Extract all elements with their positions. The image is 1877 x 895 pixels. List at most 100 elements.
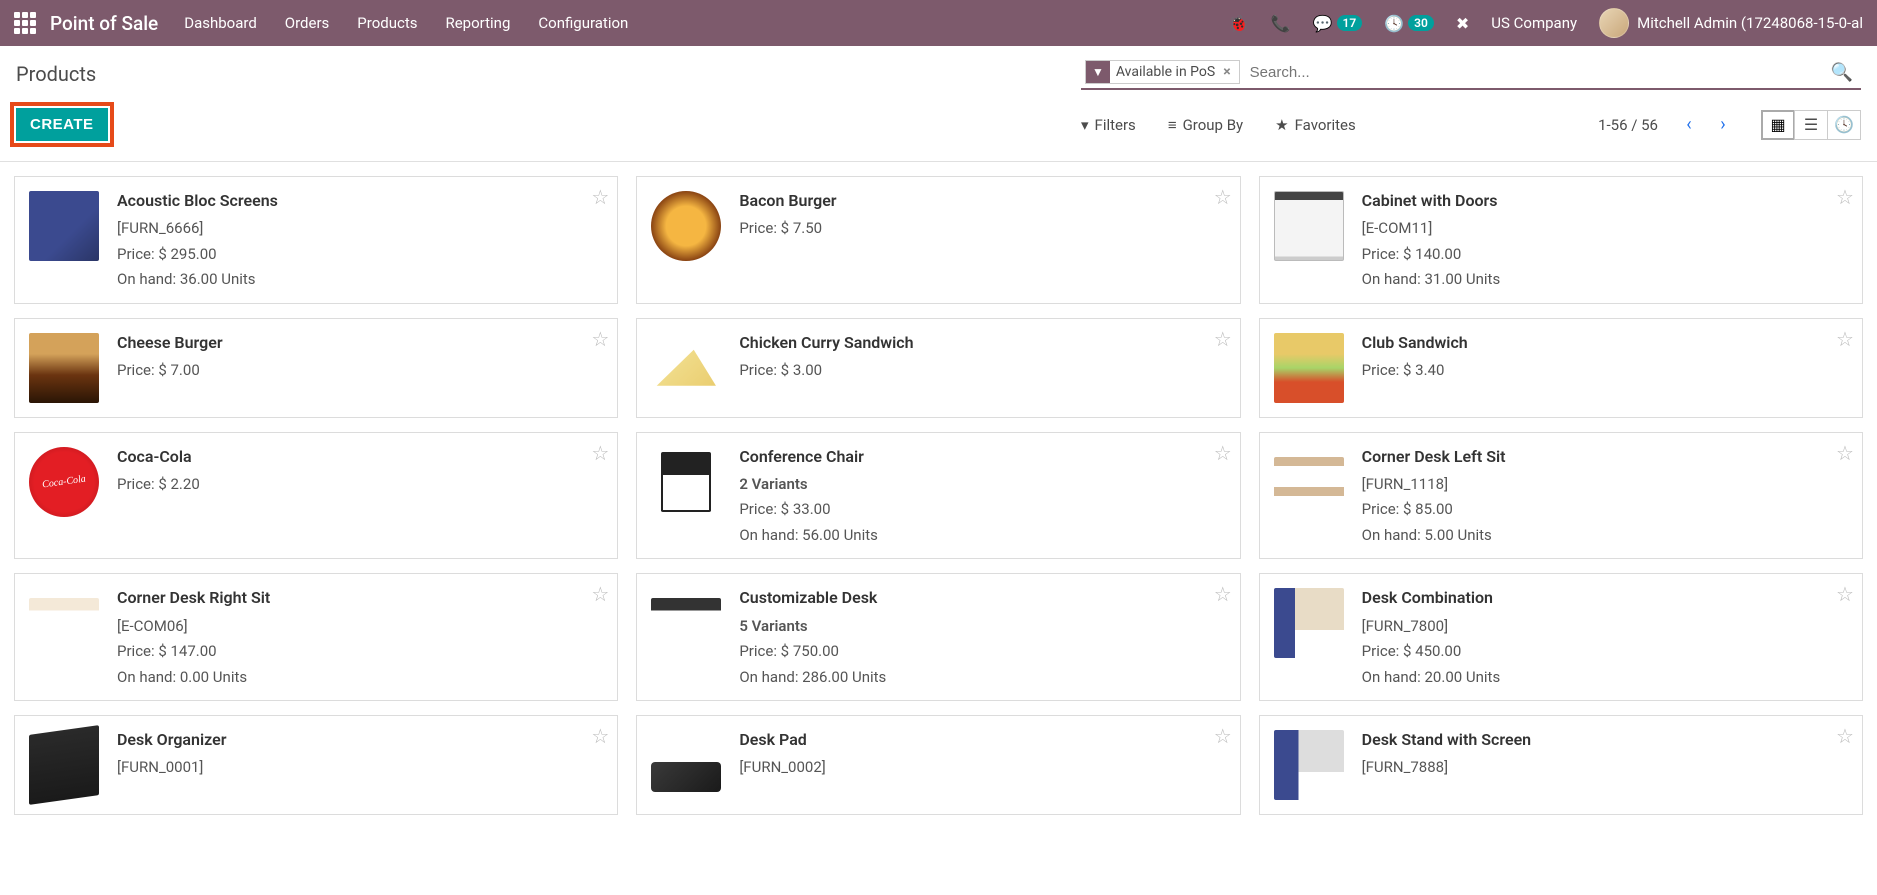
kanban-view: Acoustic Bloc Screens[FURN_6666]Price: $… (0, 161, 1877, 815)
favorite-star-icon[interactable]: ☆ (591, 582, 609, 606)
product-thumb (1270, 187, 1348, 265)
product-card[interactable]: Desk Stand with Screen[FURN_7888]☆ (1259, 715, 1863, 815)
apps-icon[interactable] (14, 12, 36, 34)
product-thumb (1270, 329, 1348, 407)
product-card[interactable]: Conference Chair2 VariantsPrice: $ 33.00… (636, 432, 1240, 560)
product-card[interactable]: Corner Desk Right Sit[E-COM06]Price: $ 1… (14, 573, 618, 701)
product-body: Desk Stand with Screen[FURN_7888] (1362, 726, 1852, 804)
topbar: Point of Sale Dashboard Orders Products … (0, 0, 1877, 46)
search-input[interactable] (1246, 62, 1821, 83)
product-body: Acoustic Bloc Screens[FURN_6666]Price: $… (117, 187, 607, 293)
product-onhand: On hand: 36.00 Units (117, 267, 607, 293)
product-thumb (25, 584, 103, 662)
favorite-star-icon[interactable]: ☆ (591, 441, 609, 465)
messaging-icon[interactable]: 💬 17 (1313, 14, 1363, 33)
product-body: Corner Desk Right Sit[E-COM06]Price: $ 1… (117, 584, 607, 690)
list-view-icon[interactable]: ☰ (1794, 110, 1828, 140)
product-card[interactable]: Coca-ColaPrice: $ 2.20☆ (14, 432, 618, 560)
activities-badge: 30 (1408, 15, 1434, 31)
product-variants: 5 Variants (739, 614, 1229, 640)
product-title: Conference Chair (739, 443, 1229, 470)
product-variants: 2 Variants (739, 472, 1229, 498)
nav-dashboard[interactable]: Dashboard (184, 14, 257, 32)
product-body: Club SandwichPrice: $ 3.40 (1362, 329, 1852, 407)
favorite-star-icon[interactable]: ☆ (591, 327, 609, 351)
favorite-star-icon[interactable]: ☆ (591, 185, 609, 209)
kanban-view-icon[interactable]: ▦ (1761, 110, 1795, 140)
user-menu[interactable]: Mitchell Admin (17248068-15-0-al (1599, 8, 1863, 38)
favorite-star-icon[interactable]: ☆ (1836, 724, 1854, 748)
product-card[interactable]: Acoustic Bloc Screens[FURN_6666]Price: $… (14, 176, 618, 304)
product-code: [FURN_6666] (117, 216, 607, 242)
favorite-star-icon[interactable]: ☆ (591, 724, 609, 748)
product-code: [E-COM06] (117, 614, 607, 640)
tools-icon[interactable]: ✖ (1456, 14, 1469, 33)
page-title: Products (16, 56, 96, 86)
favorite-star-icon[interactable]: ☆ (1836, 441, 1854, 465)
product-code: [FURN_7888] (1362, 755, 1852, 781)
favorite-star-icon[interactable]: ☆ (1214, 724, 1232, 748)
favorite-star-icon[interactable]: ☆ (1836, 582, 1854, 606)
product-onhand: On hand: 286.00 Units (739, 665, 1229, 691)
activities-icon[interactable]: 🕓 30 (1384, 14, 1434, 33)
groupby-button[interactable]: ≡ Group By (1168, 116, 1243, 134)
nav-products[interactable]: Products (357, 14, 417, 32)
favorites-button[interactable]: ★ Favorites (1275, 116, 1356, 134)
product-price: Price: $ 2.20 (117, 472, 607, 498)
product-card[interactable]: Cheese BurgerPrice: $ 7.00☆ (14, 318, 618, 418)
product-title: Desk Combination (1362, 584, 1852, 611)
app-brand[interactable]: Point of Sale (50, 12, 158, 35)
product-thumb (1270, 726, 1348, 804)
nav-reporting[interactable]: Reporting (445, 14, 510, 32)
nav-configuration[interactable]: Configuration (538, 14, 628, 32)
product-code: [FURN_7800] (1362, 614, 1852, 640)
product-card[interactable]: Desk Combination[FURN_7800]Price: $ 450.… (1259, 573, 1863, 701)
pager-next-icon[interactable]: › (1708, 110, 1738, 140)
product-card[interactable]: Corner Desk Left Sit[FURN_1118]Price: $ … (1259, 432, 1863, 560)
filter-icon: ▼ (1086, 61, 1110, 83)
favorite-star-icon[interactable]: ☆ (1214, 327, 1232, 351)
company-switcher[interactable]: US Company (1491, 14, 1577, 32)
product-body: Bacon BurgerPrice: $ 7.50 (739, 187, 1229, 293)
debug-icon[interactable]: 🐞 (1229, 14, 1249, 33)
product-title: Desk Pad (739, 726, 1229, 753)
product-body: Cheese BurgerPrice: $ 7.00 (117, 329, 607, 407)
nav-orders[interactable]: Orders (285, 14, 330, 32)
search-box[interactable]: ▼ Available in PoS × 🔍 (1081, 56, 1861, 90)
search-icon[interactable]: 🔍 (1827, 62, 1857, 83)
product-body: Customizable Desk5 VariantsPrice: $ 750.… (739, 584, 1229, 690)
product-card[interactable]: Chicken Curry SandwichPrice: $ 3.00☆ (636, 318, 1240, 418)
control-panel: Products ▼ Available in PoS × 🔍 CREATE ▾… (0, 46, 1877, 161)
facet-remove-icon[interactable]: × (1221, 62, 1238, 82)
product-thumb (25, 329, 103, 407)
product-price: Price: $ 7.00 (117, 358, 607, 384)
product-card[interactable]: Desk Organizer[FURN_0001]☆ (14, 715, 618, 815)
activity-view-icon[interactable]: 🕓 (1827, 110, 1861, 140)
product-card[interactable]: Cabinet with Doors[E-COM11]Price: $ 140.… (1259, 176, 1863, 304)
product-code: [E-COM11] (1362, 216, 1852, 242)
pager-prev-icon[interactable]: ‹ (1674, 110, 1704, 140)
clock-icon: 🕓 (1384, 14, 1404, 33)
favorite-star-icon[interactable]: ☆ (1214, 441, 1232, 465)
product-thumb (25, 443, 103, 521)
pager[interactable]: 1-56 / 56 (1598, 116, 1658, 134)
favorite-star-icon[interactable]: ☆ (1214, 582, 1232, 606)
facet-label: Available in PoS (1110, 62, 1221, 82)
product-title: Corner Desk Left Sit (1362, 443, 1852, 470)
product-onhand: On hand: 5.00 Units (1362, 523, 1852, 549)
product-thumb (25, 726, 103, 804)
favorite-star-icon[interactable]: ☆ (1836, 327, 1854, 351)
phone-icon[interactable]: 📞 (1271, 14, 1291, 33)
product-thumb (647, 726, 725, 804)
favorite-star-icon[interactable]: ☆ (1836, 185, 1854, 209)
product-title: Desk Organizer (117, 726, 607, 753)
product-card[interactable]: Desk Pad[FURN_0002]☆ (636, 715, 1240, 815)
product-card[interactable]: Bacon BurgerPrice: $ 7.50☆ (636, 176, 1240, 304)
favorite-star-icon[interactable]: ☆ (1214, 185, 1232, 209)
product-card[interactable]: Customizable Desk5 VariantsPrice: $ 750.… (636, 573, 1240, 701)
create-button[interactable]: CREATE (16, 108, 108, 141)
product-card[interactable]: Club SandwichPrice: $ 3.40☆ (1259, 318, 1863, 418)
product-title: Bacon Burger (739, 187, 1229, 214)
product-title: Customizable Desk (739, 584, 1229, 611)
filters-button[interactable]: ▾ Filters (1081, 116, 1136, 134)
